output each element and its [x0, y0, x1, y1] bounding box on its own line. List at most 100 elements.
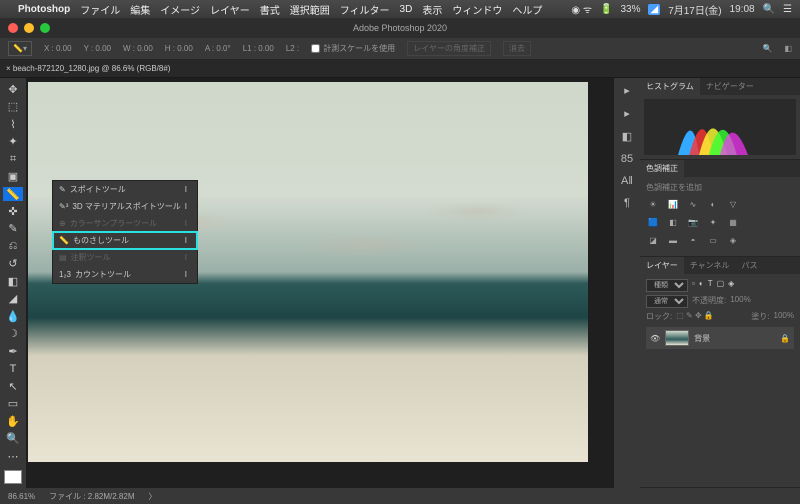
opt-l2: L2 : — [286, 44, 299, 53]
options-bar: 📏▾ X : 0.00 Y : 0.00 W : 0.00 H : 0.00 A… — [0, 38, 800, 60]
menu-select[interactable]: 選択範囲 — [290, 2, 330, 17]
menu-edit[interactable]: 編集 — [130, 2, 150, 17]
tab-adjustments[interactable]: 色調補正 — [640, 160, 684, 177]
invert-icon[interactable]: ◪ — [646, 233, 660, 247]
pen-tool[interactable]: ✒ — [3, 344, 23, 358]
hand-tool[interactable]: ✋ — [3, 414, 23, 428]
blend-mode[interactable]: 通常 — [646, 295, 688, 308]
move-tool[interactable]: ✥ — [3, 82, 23, 96]
levels-icon[interactable]: 📊 — [666, 197, 680, 211]
opt-a: A : 0.0° — [205, 44, 231, 53]
paragraph-panel-icon[interactable]: ¶ — [624, 197, 630, 209]
flyout-color-sampler[interactable]: ⊕カラーサンプラーツールI — [53, 215, 197, 232]
bw-icon[interactable]: ◧ — [666, 215, 680, 229]
exposure-icon[interactable]: ◐ — [706, 197, 720, 211]
expand-icon-2[interactable]: ▸ — [624, 107, 630, 120]
menu-icon[interactable]: ☰ — [783, 4, 792, 15]
lut-icon[interactable]: ▦ — [726, 215, 740, 229]
clear-button[interactable]: 消去 — [503, 41, 531, 56]
filter-image-icon[interactable]: ▫ — [692, 279, 695, 292]
lock-icons[interactable]: ⬚ ✎ ✥ 🔒 — [676, 311, 714, 322]
menu-3d[interactable]: 3D — [400, 4, 413, 15]
lock-icon: 🔒 — [780, 334, 790, 343]
menu-view[interactable]: 表示 — [422, 2, 442, 17]
menu-filter[interactable]: フィルター — [340, 2, 390, 17]
channel-mixer-icon[interactable]: ✦ — [706, 215, 720, 229]
search-icon[interactable]: 🔍 — [762, 44, 772, 53]
histogram-graph — [644, 99, 796, 155]
filter-type-icon[interactable]: T — [708, 279, 713, 292]
app-name: Photoshop — [18, 4, 70, 15]
gradient-tool[interactable]: ◢ — [3, 292, 23, 306]
flyout-count[interactable]: 1₂3カウントツールI — [53, 266, 197, 283]
tab-channels[interactable]: チャンネル — [684, 257, 736, 274]
character-panel-icon[interactable]: A‖ — [621, 175, 633, 187]
type-tool[interactable]: T — [3, 362, 23, 376]
menu-help[interactable]: ヘルプ — [512, 2, 542, 17]
flyout-eyedropper[interactable]: ✎スポイトツールI — [53, 181, 197, 198]
macos-menubar: Photoshop ファイル 編集 イメージ レイヤー 書式 選択範囲 フィルタ… — [0, 0, 800, 18]
menu-layer[interactable]: レイヤー — [210, 2, 250, 17]
threshold-icon[interactable]: ◓ — [686, 233, 700, 247]
selective-color-icon[interactable]: ◈ — [726, 233, 740, 247]
flyout-note[interactable]: ▤注釈ツールI — [53, 249, 197, 266]
blur-tool[interactable]: 💧 — [3, 309, 23, 323]
crop-tool[interactable]: ⌗ — [3, 152, 23, 166]
gradient-map-icon[interactable]: ▭ — [706, 233, 720, 247]
flyout-ruler[interactable]: 📏ものさしツールI — [53, 232, 197, 249]
foreground-color[interactable] — [4, 470, 22, 484]
filter-smart-icon[interactable]: ◈ — [728, 279, 734, 292]
brush-tool[interactable]: ✎ — [3, 222, 23, 236]
edit-toolbar[interactable]: ⋯ — [3, 449, 23, 463]
filter-shape-icon[interactable]: ▢ — [717, 279, 725, 292]
eraser-tool[interactable]: ◧ — [3, 274, 23, 288]
workspace-icon[interactable]: ◧ — [784, 44, 792, 53]
posterize-icon[interactable]: ▬ — [666, 233, 680, 247]
photo-filter-icon[interactable]: 📷 — [686, 215, 700, 229]
eyedropper-tool[interactable]: 📏 — [3, 187, 23, 201]
document-tab[interactable]: × beach-872120_1280.jpg @ 86.6% (RGB/8#) — [6, 64, 170, 73]
opacity-value[interactable]: 100% — [730, 295, 750, 308]
ruler-icon: 📏 — [59, 236, 69, 245]
stamp-tool[interactable]: ⎌ — [3, 239, 23, 253]
tab-navigator[interactable]: ナビゲーター — [700, 78, 760, 95]
fill-value[interactable]: 100% — [774, 311, 794, 322]
menu-window[interactable]: ウィンドウ — [452, 2, 502, 17]
layer-background[interactable]: 👁 背景 🔒 — [646, 327, 794, 349]
shape-tool[interactable]: ▭ — [3, 396, 23, 410]
tab-layers[interactable]: レイヤー — [640, 257, 684, 274]
traffic-lights[interactable] — [8, 23, 50, 33]
history-brush-tool[interactable]: ↺ — [3, 257, 23, 271]
visibility-icon[interactable]: 👁 — [650, 334, 660, 343]
menu-type[interactable]: 書式 — [260, 2, 280, 17]
dodge-tool[interactable]: ☽ — [3, 327, 23, 341]
curves-icon[interactable]: ∿ — [686, 197, 700, 211]
use-measurement-scale[interactable]: 計測スケールを使用 — [311, 43, 395, 54]
flyout-3d-material[interactable]: ✎³3D マテリアルスポイトツールI — [53, 198, 197, 215]
swatch-panel-icon[interactable]: 85 — [621, 153, 633, 165]
hue-icon[interactable]: 🟦 — [646, 215, 660, 229]
zoom-level[interactable]: 86.61% — [8, 492, 35, 501]
wifi-icon: ◉ ᯤ — [571, 2, 592, 16]
zoom-tool[interactable]: 🔍 — [3, 431, 23, 445]
histogram-panel: ヒストグラム ナビゲーター — [640, 78, 800, 160]
frame-tool[interactable]: ▣ — [3, 169, 23, 183]
wand-tool[interactable]: ✦ — [3, 134, 23, 148]
layer-filter-type[interactable]: 種類 — [646, 279, 688, 292]
color-panel-icon[interactable]: ◧ — [622, 130, 632, 143]
brightness-icon[interactable]: ☀ — [646, 197, 660, 211]
menu-image[interactable]: イメージ — [160, 2, 200, 17]
search-icon[interactable]: 🔍 — [763, 4, 775, 15]
tab-histogram[interactable]: ヒストグラム — [640, 78, 700, 95]
lasso-tool[interactable]: ⌇ — [3, 117, 23, 131]
marquee-tool[interactable]: ⬚ — [3, 99, 23, 113]
vibrance-icon[interactable]: ▽ — [726, 197, 740, 211]
menu-file[interactable]: ファイル — [80, 2, 120, 17]
expand-icon[interactable]: ▸ — [624, 84, 630, 97]
filter-adj-icon[interactable]: ◐ — [699, 279, 704, 292]
heal-tool[interactable]: ✜ — [3, 204, 23, 218]
layer-angle-button[interactable]: レイヤーの角度補正 — [407, 41, 491, 56]
tab-paths[interactable]: パス — [736, 257, 764, 274]
path-tool[interactable]: ↖ — [3, 379, 23, 393]
cc-icon: ◢ — [648, 4, 660, 15]
